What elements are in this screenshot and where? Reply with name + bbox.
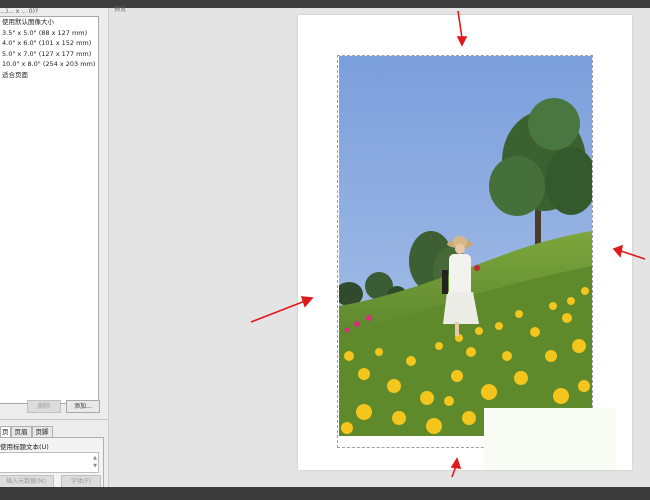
delete-button[interactable]: 删除 [27, 400, 61, 413]
size-item-5x7[interactable]: 5.0" x 7.0" (127 x 177 mm) [0, 49, 98, 60]
tab-footer[interactable]: 页脚 [31, 426, 53, 437]
size-item-fit-page[interactable]: 适合页面 [0, 70, 98, 81]
size-item-default[interactable]: 使用默认图像大小 [0, 17, 98, 28]
tab-page[interactable]: 页 [0, 426, 11, 437]
arrow-left [250, 300, 306, 323]
tab-header[interactable]: 页眉 [10, 426, 32, 437]
size-item-10x8[interactable]: 10.0" x 8.0" (254 x 203 mm) [0, 59, 98, 70]
use-title-checkbox[interactable]: 使用标题文本(U) [0, 441, 49, 451]
spin-arrows-icon[interactable]: ▲ ▼ [93, 454, 97, 470]
preview-label: 预览 [114, 6, 127, 13]
panel-divider[interactable] [108, 8, 109, 487]
size-item-4x6[interactable]: 4.0" x 6.0" (101 x 152 mm) [0, 38, 98, 49]
size-list-header: ...)... x ... 0)? [0, 8, 39, 15]
status-bar [0, 487, 650, 500]
top-toolbar [0, 0, 650, 8]
watermark-overlay [484, 408, 616, 470]
add-button[interactable]: 添加... [66, 400, 100, 413]
title-text-field[interactable]: ▲ ▼ [0, 452, 99, 473]
print-size-list[interactable]: 使用默认图像大小 3.5" x 5.0" (88 x 127 mm) 4.0" … [0, 16, 99, 404]
preview-photo [339, 56, 592, 436]
print-settings-panel: ...)... x ... 0)? 使用默认图像大小 3.5" x 5.0" (… [0, 8, 108, 497]
size-item-3x5[interactable]: 3.5" x 5.0" (88 x 127 mm) [0, 28, 98, 39]
header-footer-tabs: 页页眉 页脚 [0, 426, 53, 437]
divider [0, 419, 108, 420]
